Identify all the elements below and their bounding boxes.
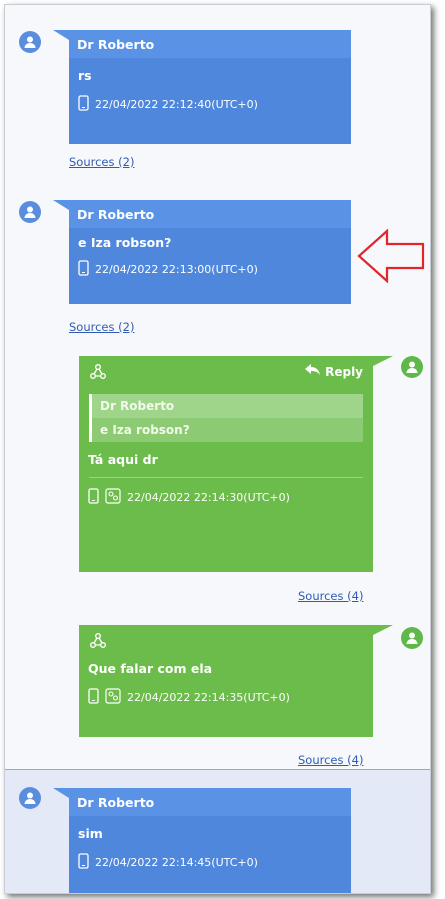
sources-link[interactable]: Sources (4) — [298, 753, 363, 767]
contacts-icon — [105, 688, 121, 707]
reply-label: Reply — [325, 364, 363, 379]
message-text: Que falar com ela — [88, 661, 213, 676]
message-meta: 22/04/2022 22:12:40(UTC+0) — [69, 95, 351, 114]
message-text: rs — [78, 68, 92, 83]
message-bubble[interactable]: Que falar com ela 22/04/2022 22:14:35(UT… — [79, 625, 373, 737]
message-bubble[interactable]: Dr Roberto e Iza robson? 22/04/2022 22:1… — [69, 200, 351, 304]
message-timestamp: 22/04/2022 22:14:30(UTC+0) — [127, 491, 290, 504]
message-meta: 22/04/2022 22:14:35(UTC+0) — [79, 688, 373, 707]
group-icon — [89, 363, 107, 384]
bubble-tail — [53, 30, 69, 40]
message-bubble[interactable]: Dr Roberto sim 22/04/2022 22:14:45(UTC+0… — [69, 788, 351, 893]
sources-link[interactable]: Sources (4) — [298, 589, 363, 603]
chat-panel: Dr Roberto rs 22/04/2022 22:12:40(UTC+0)… — [4, 4, 431, 894]
contacts-icon — [105, 488, 121, 507]
quoted-message[interactable]: Dr Roberto e Iza robson? — [89, 394, 363, 442]
reply-arrow-icon — [305, 364, 321, 379]
quoted-sender: Dr Roberto — [92, 394, 363, 418]
reply-button[interactable]: Reply — [305, 364, 363, 379]
sources-link[interactable]: Sources (2) — [69, 320, 134, 334]
bubble-tail — [53, 788, 69, 798]
message-timestamp: 22/04/2022 22:13:00(UTC+0) — [95, 263, 258, 276]
message-text: Tá aqui dr — [88, 452, 158, 467]
message-bubble[interactable]: Reply Dr Roberto e Iza robson? Tá aqui d… — [79, 356, 373, 572]
message-text: sim — [78, 826, 103, 841]
divider — [89, 477, 363, 478]
phone-icon — [78, 95, 89, 114]
bubble-header: Reply — [79, 356, 373, 388]
contact-avatar-icon — [19, 201, 41, 223]
message-meta: 22/04/2022 22:14:45(UTC+0) — [69, 853, 351, 872]
user-avatar-icon — [401, 627, 423, 649]
phone-icon — [78, 853, 89, 872]
phone-icon — [78, 260, 89, 279]
bubble-header — [79, 625, 373, 655]
contact-avatar-icon — [19, 787, 41, 809]
sender-name: Dr Roberto — [69, 788, 351, 816]
red-arrow-annotation-icon — [357, 228, 425, 284]
message-meta: 22/04/2022 22:14:30(UTC+0) — [79, 488, 373, 507]
bubble-tail — [53, 200, 69, 210]
bubble-tail — [373, 356, 393, 366]
message-text: e Iza robson? — [78, 235, 172, 250]
phone-icon — [88, 488, 99, 507]
message-timestamp: 22/04/2022 22:14:45(UTC+0) — [95, 856, 258, 869]
bubble-tail — [373, 625, 393, 635]
sender-name: Dr Roberto — [69, 200, 351, 228]
message-timestamp: 22/04/2022 22:14:35(UTC+0) — [127, 691, 290, 704]
quoted-text: e Iza robson? — [100, 423, 190, 437]
message-meta: 22/04/2022 22:13:00(UTC+0) — [69, 260, 351, 279]
message-timestamp: 22/04/2022 22:12:40(UTC+0) — [95, 98, 258, 111]
sender-name: Dr Roberto — [69, 30, 351, 58]
user-avatar-icon — [401, 356, 423, 378]
phone-icon — [88, 688, 99, 707]
group-icon — [89, 632, 107, 653]
sources-link[interactable]: Sources (2) — [69, 155, 134, 169]
contact-avatar-icon — [19, 31, 41, 53]
message-bubble[interactable]: Dr Roberto rs 22/04/2022 22:12:40(UTC+0) — [69, 30, 351, 144]
